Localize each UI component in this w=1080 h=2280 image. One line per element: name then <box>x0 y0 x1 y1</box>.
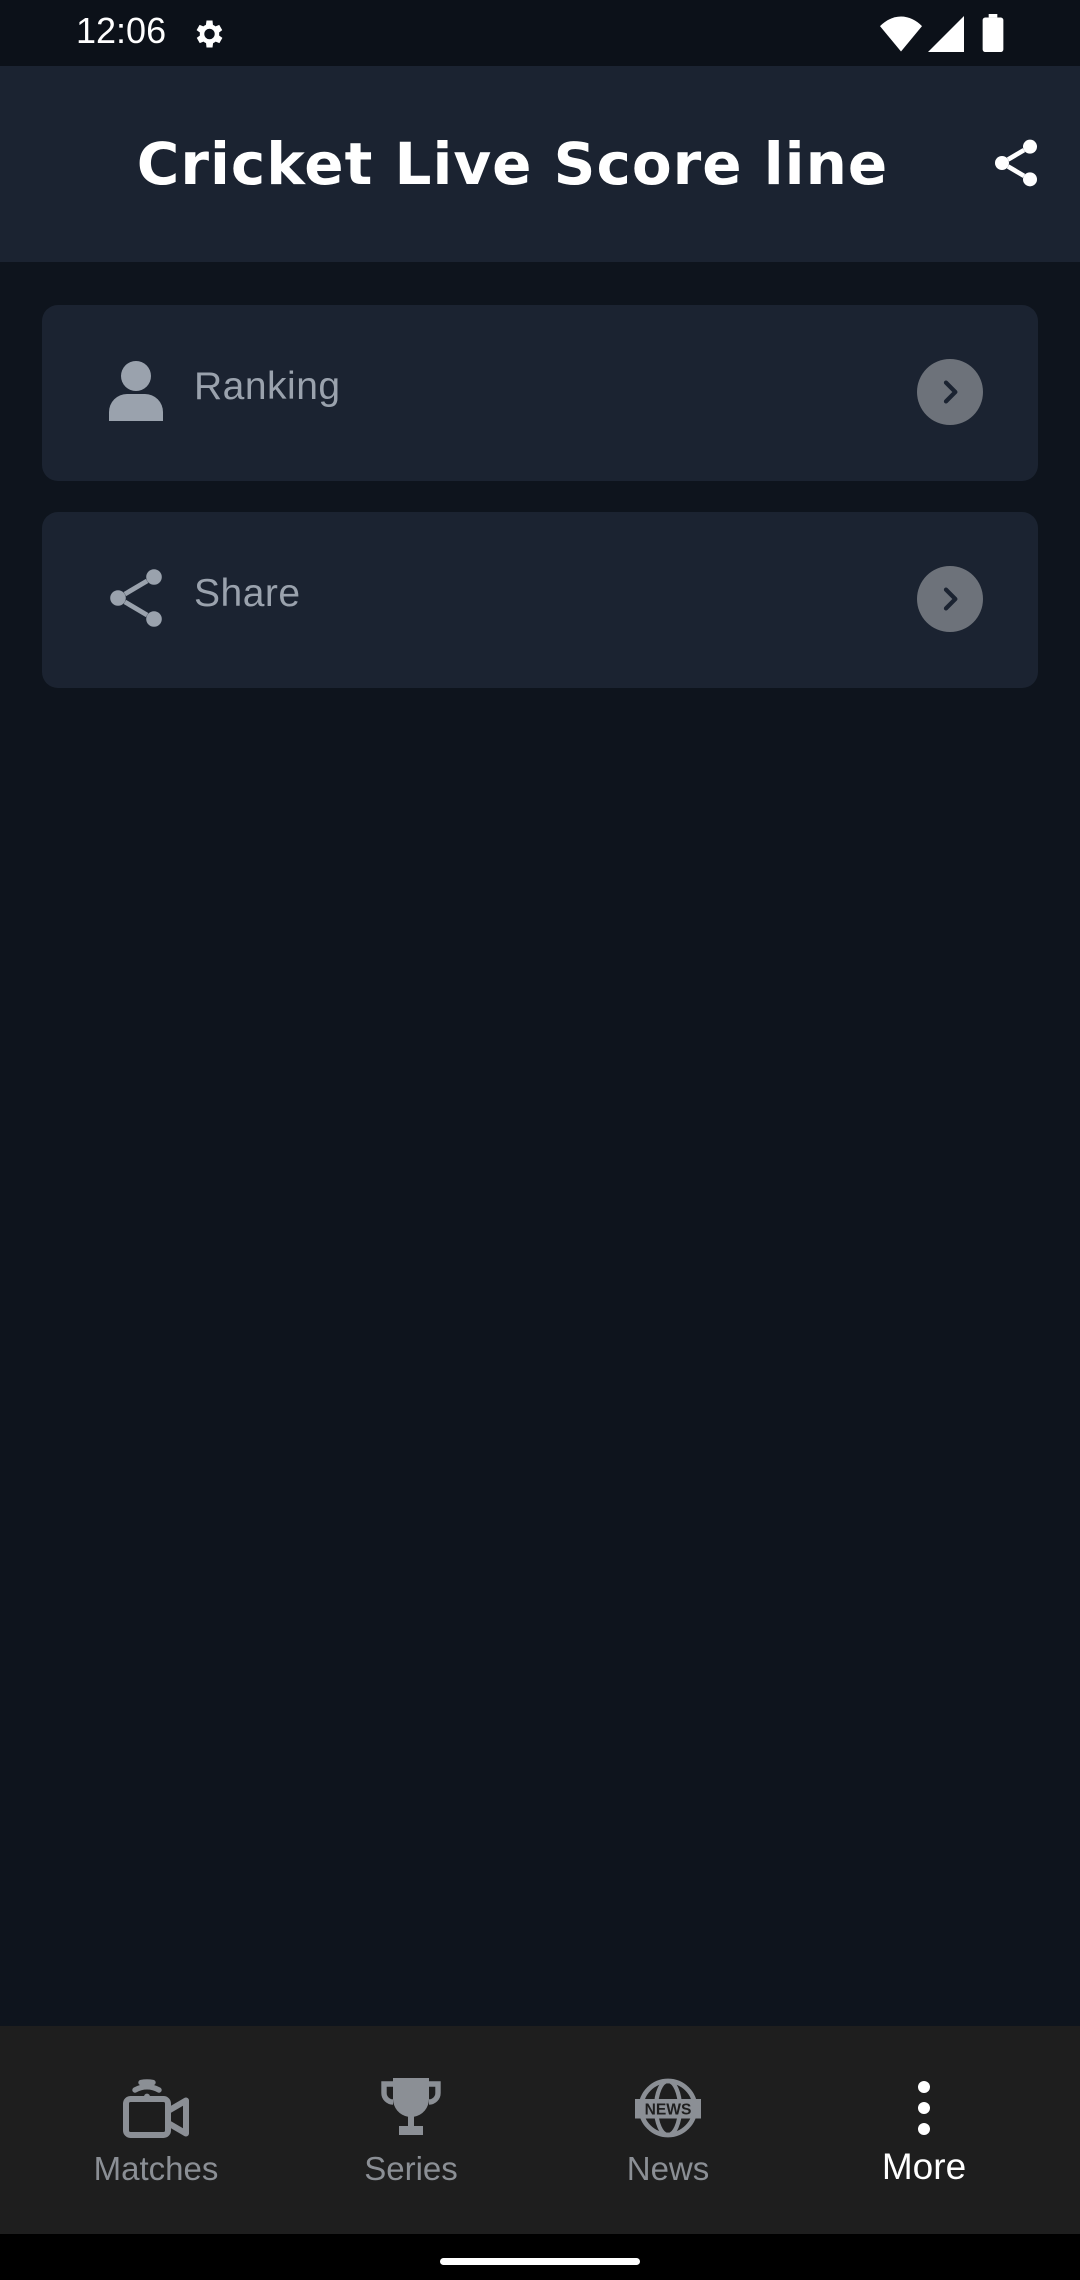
page-title: Cricket Live Score line <box>136 130 889 198</box>
nav-item-more[interactable]: More <box>789 2026 1059 2234</box>
signal-icon <box>928 16 964 52</box>
chevron-right-icon <box>917 359 983 425</box>
person-icon <box>109 361 163 421</box>
nav-item-news[interactable]: NEWS News <box>533 2026 803 2234</box>
home-handle[interactable] <box>440 2258 640 2265</box>
bottom-navigation: Matches Series NEWS News More <box>0 2026 1080 2234</box>
app-bar: Cricket Live Score line <box>0 66 1080 262</box>
menu-item-ranking[interactable]: Ranking <box>42 305 1038 481</box>
nav-item-matches[interactable]: Matches <box>21 2026 291 2234</box>
share-icon[interactable] <box>988 134 1044 192</box>
status-time: 12:06 <box>76 10 167 51</box>
nav-label: News <box>626 2150 710 2187</box>
status-bar: 12:06 <box>0 0 1080 66</box>
wifi-icon <box>880 16 922 52</box>
svg-text:NEWS: NEWS <box>645 2101 692 2118</box>
nav-label: More <box>881 2146 967 2187</box>
menu-item-label: Ranking <box>194 365 341 408</box>
nav-label: Series <box>364 2150 458 2187</box>
trophy-icon <box>381 2078 441 2135</box>
menu-item-label: Share <box>194 572 301 615</box>
gesture-bar <box>0 2234 1080 2280</box>
chevron-right-icon <box>917 566 983 632</box>
news-globe-icon: NEWS <box>635 2078 701 2138</box>
more-vert-icon <box>918 2081 930 2135</box>
nav-label: Matches <box>93 2150 219 2187</box>
share-icon <box>110 569 162 627</box>
battery-icon <box>982 14 1004 52</box>
nav-item-series[interactable]: Series <box>276 2026 546 2234</box>
gear-icon <box>196 20 223 48</box>
menu-item-share[interactable]: Share <box>42 512 1038 688</box>
live-tv-icon <box>123 2079 189 2138</box>
